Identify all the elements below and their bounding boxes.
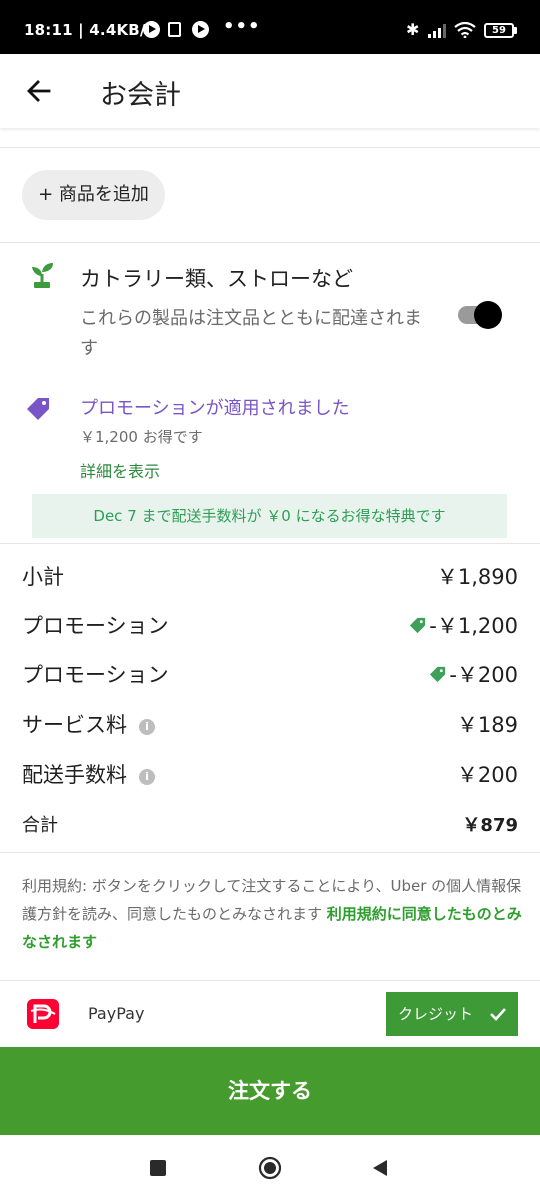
wifi-icon: [454, 22, 476, 38]
sprout-icon: [32, 263, 53, 288]
play-notification-icon: [143, 21, 160, 38]
subtotal-value: ￥1,890: [436, 565, 518, 589]
info-icon[interactable]: i: [139, 769, 155, 785]
nav-back-icon[interactable]: [371, 1159, 389, 1177]
total-value: ￥879: [462, 815, 518, 836]
battery-tip: [514, 27, 517, 34]
place-order-button[interactable]: 注文する: [0, 1047, 540, 1135]
news-notification-icon: [168, 22, 181, 37]
system-nav-bar: [0, 1135, 540, 1200]
signal-icon: [428, 24, 446, 38]
cutlery-description: これらの製品は注文品とともに配達されます: [80, 308, 422, 359]
promotion-details-link[interactable]: 詳細を表示: [80, 458, 160, 482]
promotion-amount-row: -￥1,200: [408, 610, 518, 640]
bluetooth-icon: ✱: [406, 20, 420, 39]
play-notification-icon-2: [192, 21, 209, 38]
app-header: お会計: [0, 54, 540, 128]
promotion-amount-row: -￥200: [428, 659, 518, 689]
page-title: お会計: [100, 80, 181, 111]
service-fee-value: ￥189: [456, 713, 518, 737]
battery-icon: 59: [484, 23, 514, 38]
delivery-fee-value: ￥200: [456, 763, 518, 787]
divider: [0, 543, 540, 544]
recents-icon[interactable]: [150, 1160, 166, 1176]
credit-button[interactable]: クレジット: [386, 992, 518, 1036]
paypay-logo: [22, 997, 64, 1031]
tag-icon: [27, 398, 49, 420]
divider: [0, 147, 540, 148]
tag-icon: [430, 666, 446, 683]
home-icon[interactable]: [258, 1156, 282, 1180]
delivery-fee-banner: Dec 7 まで配送手数料が ￥0 になるお得な特典です: [32, 494, 507, 538]
subtotal-label: 小計: [22, 565, 64, 589]
add-item-button[interactable]: + 商品を追加: [22, 170, 165, 220]
payment-method-label[interactable]: PayPay: [88, 1004, 144, 1023]
divider: [0, 980, 540, 981]
terms-text: 利用規約: ボタンをクリックして注文することにより、Uber の個人情報保護方針…: [22, 877, 522, 951]
service-fee-label: サービス料: [22, 713, 127, 737]
status-bar: 18:11 | 4.4KB/s ••• ✱ 59: [0, 0, 540, 54]
more-notifications-icon: •••: [223, 16, 261, 37]
delivery-fee-label: 配送手数料: [22, 763, 127, 787]
promotion-value: -￥1,200: [429, 614, 518, 638]
total-label: 合計: [22, 815, 58, 836]
divider: [0, 242, 540, 243]
promotion-label: プロモーション: [22, 663, 169, 687]
delivery-fee-row: 配送手数料 i: [22, 759, 155, 789]
promotion-saving: ￥1,200 お得です: [80, 428, 203, 446]
tag-icon: [410, 617, 426, 634]
promotion-title: プロモーションが適用されました: [80, 398, 350, 419]
promotion-label: プロモーション: [22, 614, 169, 638]
status-time: 18:11 | 4.4KB/s: [24, 21, 155, 39]
check-icon: [490, 1008, 506, 1021]
info-icon[interactable]: i: [139, 719, 155, 735]
back-arrow-icon[interactable]: [22, 74, 56, 108]
credit-button-label: クレジット: [398, 1005, 474, 1023]
cutlery-toggle-knob[interactable]: [474, 301, 502, 329]
cutlery-title: カトラリー類、ストローなど: [80, 267, 353, 291]
service-fee-row: サービス料 i: [22, 709, 155, 739]
divider: [0, 852, 540, 853]
promotion-value: -￥200: [449, 663, 518, 687]
